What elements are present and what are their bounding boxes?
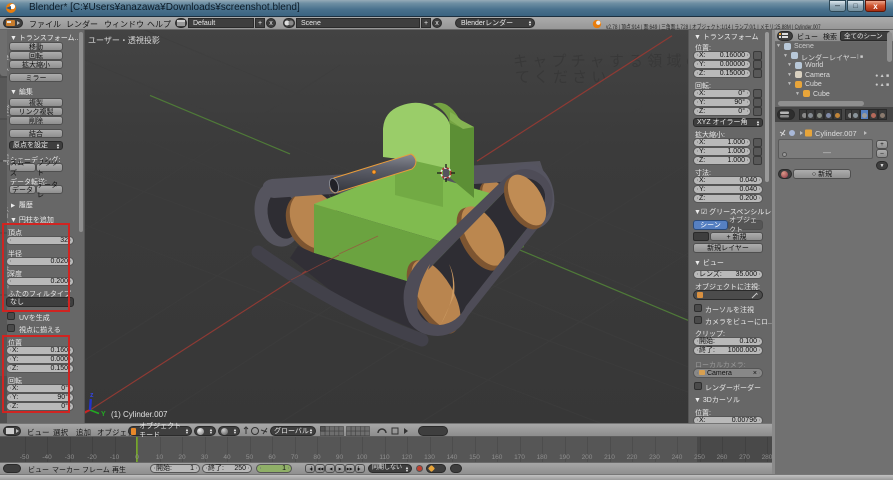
svg-text:(1) Cylinder.007: (1) Cylinder.007 [111, 410, 168, 419]
svg-text:ユーザー・透視投影: ユーザー・透視投影 [88, 35, 160, 45]
svg-text:Cylinder.007: Cylinder.007 [815, 129, 857, 138]
svg-text:てください: てください [515, 69, 611, 86]
svg-text:z: z [90, 392, 94, 399]
svg-text:Y: Y [101, 411, 106, 418]
